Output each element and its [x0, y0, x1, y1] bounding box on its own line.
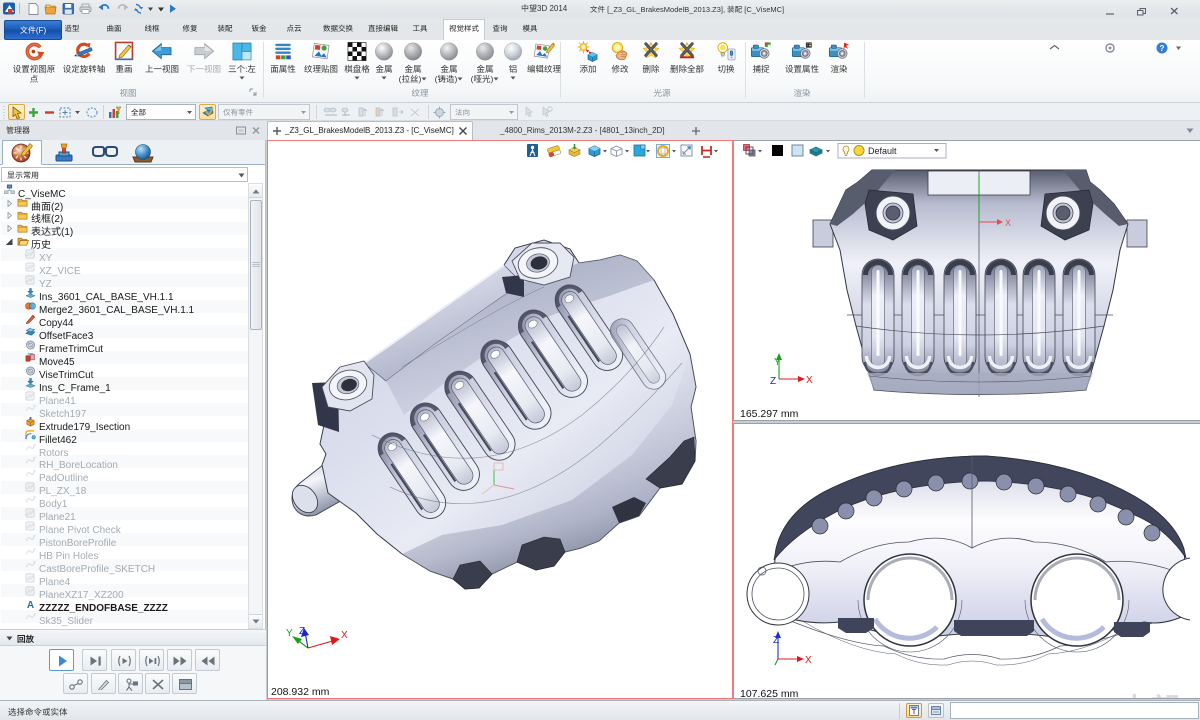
svg-text:Z: Z	[770, 376, 776, 387]
svg-text:?: ?	[1160, 43, 1165, 54]
svg-text:Z: Z	[299, 626, 305, 637]
svg-text:Y: Y	[774, 357, 781, 368]
svg-text:X: X	[1005, 218, 1011, 228]
svg-text:Y: Y	[286, 628, 293, 639]
svg-text:Default: Default	[868, 146, 897, 156]
svg-text:X: X	[341, 630, 348, 641]
svg-text:T: T	[912, 709, 917, 716]
svg-text:A: A	[27, 600, 34, 609]
